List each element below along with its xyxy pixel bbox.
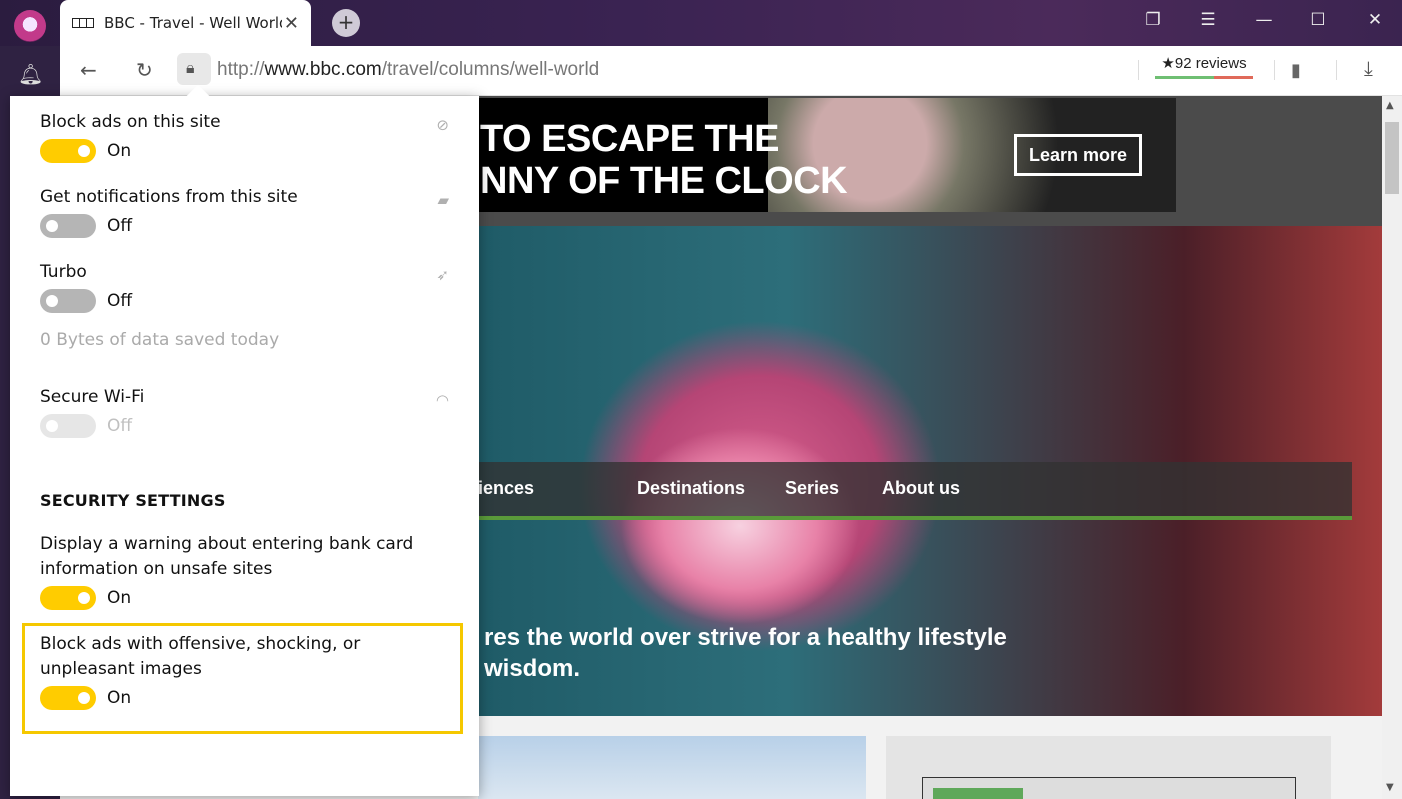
setting-label: Block ads on this site	[40, 112, 221, 132]
reload-icon[interactable]: ↻	[136, 58, 153, 82]
setting-secure-wifi: Secure Wi-Fi Off	[40, 385, 144, 438]
scroll-thumb[interactable]	[1385, 122, 1399, 194]
site-security-button[interactable]: 🔒︎	[177, 53, 211, 85]
nav-destinations[interactable]: Destinations	[637, 478, 745, 499]
tab-bbc-travel[interactable]: BBC - Travel - Well World ✕	[60, 0, 311, 46]
nav-experiences[interactable]: iences	[478, 478, 534, 499]
bank-card-warning-toggle[interactable]	[40, 586, 96, 610]
new-tab-button[interactable]: +	[332, 9, 360, 37]
block-icon: ⊘	[436, 116, 449, 134]
toggle-state: On	[107, 688, 132, 708]
security-settings-heading: SECURITY SETTINGS	[40, 491, 226, 510]
address-bar: ← ↻ 🔒︎ http://www.bbc.com/travel/columns…	[60, 46, 1402, 96]
page-scrollbar[interactable]: ▲ ▼	[1382, 96, 1402, 799]
separator	[1138, 60, 1139, 80]
setting-notifications: Get notifications from this site Off	[40, 185, 298, 238]
setting-block-ads: Block ads on this site On	[40, 110, 221, 163]
setting-label: Block ads with offensive, shocking, or u…	[40, 634, 361, 679]
separator	[1274, 60, 1275, 80]
collections-icon[interactable]: ❐	[1138, 10, 1168, 30]
bbc-favicon-icon	[72, 18, 94, 28]
download-icon[interactable]: ⤓	[1364, 56, 1373, 80]
title-bar: BBC - Travel - Well World ✕ + ❐ ☰ — ☐ ✕	[0, 0, 1402, 46]
browser-logo-icon[interactable]	[14, 10, 46, 42]
advertisement[interactable]: TO ESCAPE THE NNY OF THE CLOCK Learn mor…	[390, 98, 1176, 212]
article-card-image[interactable]	[478, 736, 866, 799]
toggle-state: Off	[107, 216, 133, 236]
url-prefix: http://	[217, 59, 265, 80]
separator	[1336, 60, 1337, 80]
tab-title: BBC - Travel - Well World	[104, 14, 282, 32]
hero-caption: res the world over strive for a healthy …	[484, 624, 1007, 682]
turbo-toggle[interactable]	[40, 289, 96, 313]
rocket-icon: ➶	[436, 266, 449, 284]
setting-label: Display a warning about entering bank ca…	[40, 534, 414, 579]
setting-block-offensive-ads: Block ads with offensive, shocking, or u…	[40, 632, 360, 710]
block-offensive-ads-toggle[interactable]	[40, 686, 96, 710]
scroll-up-icon[interactable]: ▲	[1386, 100, 1394, 111]
nav-about-us[interactable]: About us	[882, 478, 960, 499]
wifi-icon: ◠	[435, 391, 449, 409]
reviews-badge[interactable]: ★92 reviews	[1155, 54, 1253, 79]
back-icon[interactable]: ←	[80, 58, 97, 82]
side-card-content[interactable]	[922, 777, 1296, 799]
minimize-icon[interactable]: —	[1249, 10, 1279, 30]
menu-icon[interactable]: ☰	[1193, 10, 1223, 30]
bookmark-icon[interactable]: ▮	[1291, 60, 1301, 81]
url-field[interactable]: http://www.bbc.com/travel/columns/well-w…	[217, 59, 599, 81]
setting-label: Secure Wi-Fi	[40, 387, 145, 407]
ad-learn-more-button[interactable]: Learn more	[1014, 134, 1142, 176]
notifications-toggle[interactable]	[40, 214, 96, 238]
block-ads-toggle[interactable]	[40, 139, 96, 163]
chat-bubble-icon: ▰	[437, 191, 449, 209]
lock-icon: 🔒︎	[186, 58, 195, 77]
site-navigation: iences Destinations Series About us	[390, 462, 1352, 520]
setting-label: Turbo	[40, 262, 87, 282]
turbo-data-saved: 0 Bytes of data saved today	[40, 330, 280, 350]
ad-headline: TO ESCAPE THE NNY OF THE CLOCK	[480, 118, 848, 202]
site-settings-panel: Block ads on this site On ⊘ Get notifica…	[10, 84, 479, 796]
secure-wifi-toggle[interactable]	[40, 414, 96, 438]
url-domain: www.bbc.com	[264, 59, 382, 80]
close-window-icon[interactable]: ✕	[1360, 10, 1390, 30]
setting-label: Get notifications from this site	[40, 187, 298, 207]
toggle-state: Off	[107, 416, 133, 436]
nav-series[interactable]: Series	[785, 478, 839, 499]
tab-close-icon[interactable]: ✕	[284, 13, 299, 34]
toggle-state: Off	[107, 291, 133, 311]
notification-bell-icon[interactable]: 🔔︎	[18, 62, 43, 86]
setting-bank-card-warning: Display a warning about entering bank ca…	[40, 532, 413, 610]
maximize-icon[interactable]: ☐	[1303, 10, 1333, 30]
setting-turbo: Turbo Off	[40, 260, 132, 313]
url-path: /travel/columns/well-world	[381, 59, 600, 80]
scroll-down-icon[interactable]: ▼	[1386, 782, 1394, 793]
toggle-state: On	[107, 588, 132, 608]
toggle-state: On	[107, 141, 132, 161]
